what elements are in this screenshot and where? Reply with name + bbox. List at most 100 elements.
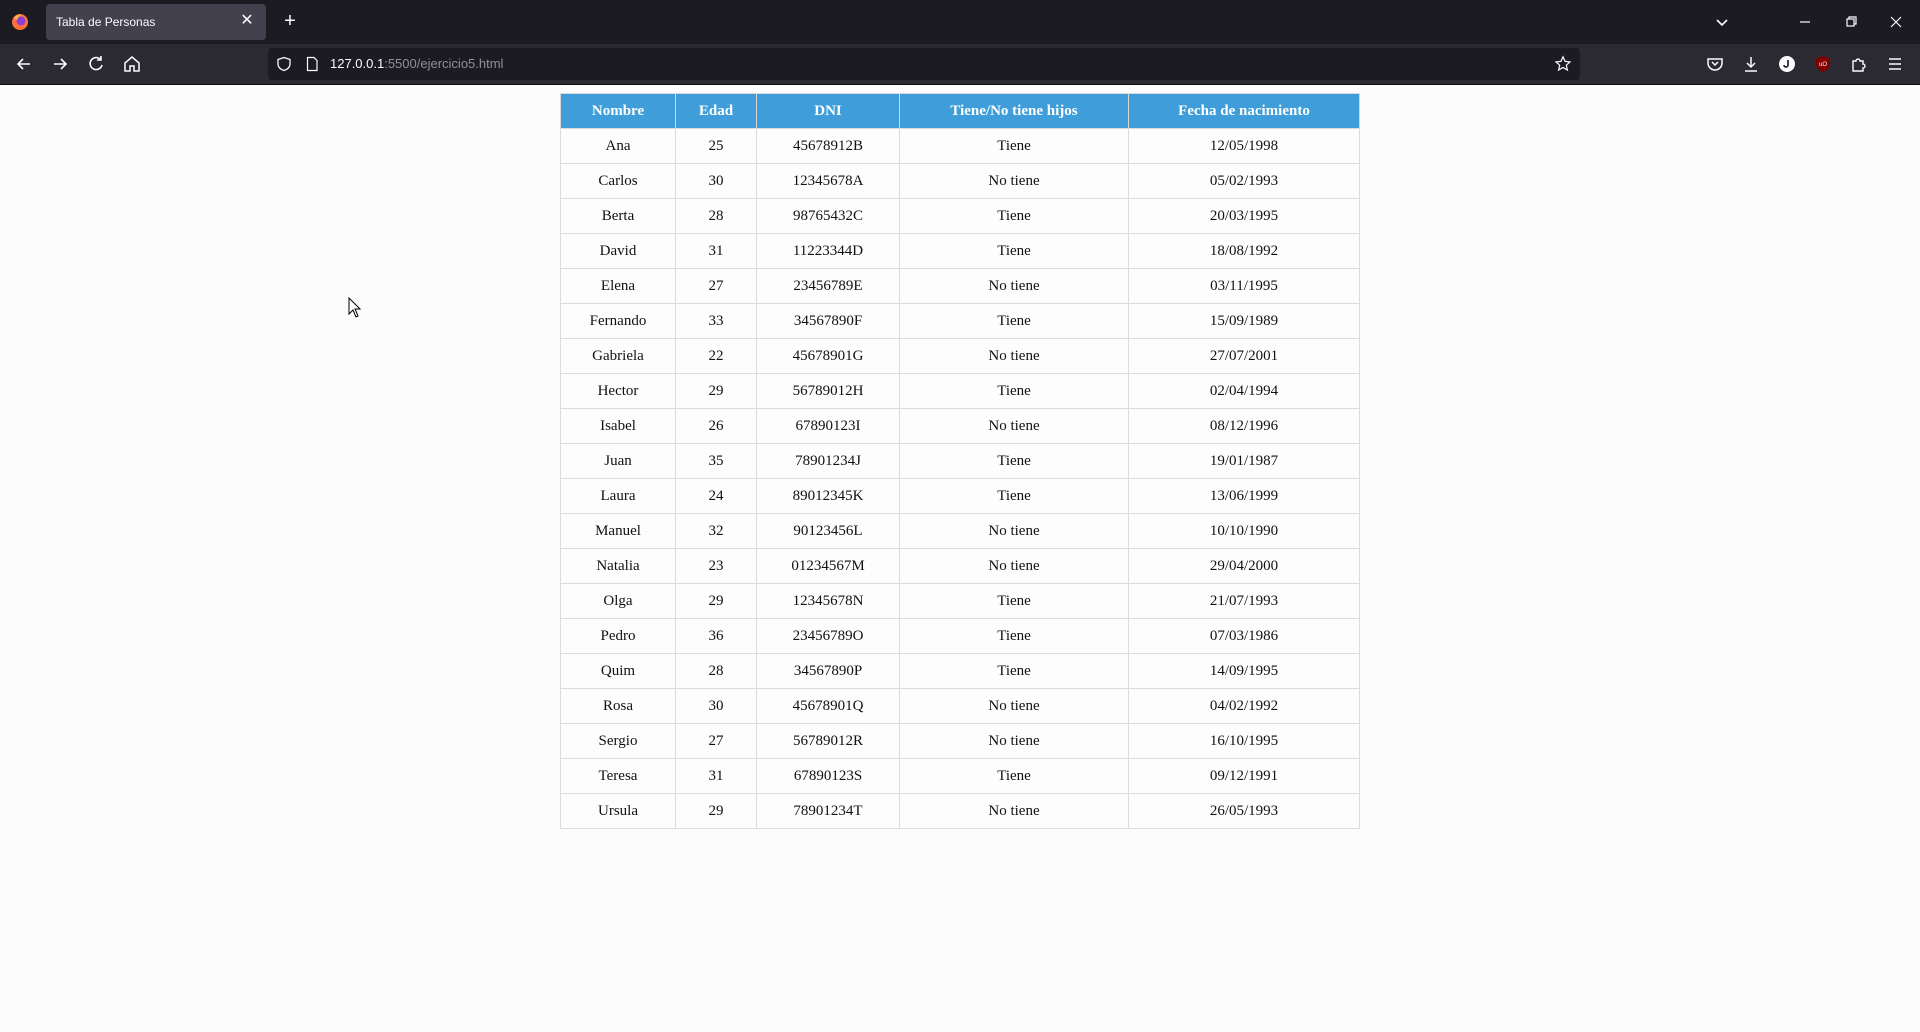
- cell-nombre: Elena: [560, 268, 676, 304]
- reload-icon[interactable]: [84, 52, 108, 76]
- cell-hijos: No tiene: [899, 793, 1129, 829]
- table-row: Berta 28 98765432C Tiene 20/03/1995: [560, 198, 1360, 234]
- cell-edad: 29: [675, 373, 757, 409]
- cell-edad: 31: [675, 758, 757, 794]
- svg-text:uO: uO: [1819, 62, 1827, 68]
- cell-nombre: Natalia: [560, 548, 676, 584]
- table-row: Teresa 31 67890123S Tiene 09/12/1991: [560, 758, 1360, 794]
- restore-icon[interactable]: [1839, 10, 1863, 34]
- cell-edad: 29: [675, 793, 757, 829]
- bookmark-star-icon[interactable]: [1554, 55, 1572, 73]
- pocket-icon[interactable]: [1703, 52, 1727, 76]
- cell-fecha: 03/11/1995: [1128, 268, 1360, 304]
- minimize-icon[interactable]: [1793, 10, 1817, 34]
- table-row: Carlos 30 12345678A No tiene 05/02/1993: [560, 163, 1360, 199]
- table-row: Pedro 36 23456789O Tiene 07/03/1986: [560, 618, 1360, 654]
- menu-icon[interactable]: [1883, 52, 1907, 76]
- url-text[interactable]: 127.0.0.1:5500/ejercicio5.html: [330, 56, 503, 71]
- table-row: Hector 29 56789012H Tiene 02/04/1994: [560, 373, 1360, 409]
- table-row: Laura 24 89012345K Tiene 13/06/1999: [560, 478, 1360, 514]
- cell-dni: 98765432C: [756, 198, 900, 234]
- chevron-down-icon[interactable]: [1710, 10, 1734, 34]
- forward-icon[interactable]: [48, 52, 72, 76]
- ublock-origin-icon[interactable]: uO: [1811, 52, 1835, 76]
- column-header-edad: Edad: [675, 93, 757, 129]
- cell-nombre: Hector: [560, 373, 676, 409]
- cell-nombre: Fernando: [560, 303, 676, 339]
- cell-fecha: 07/03/1986: [1128, 618, 1360, 654]
- table-row: Quim 28 34567890P Tiene 14/09/1995: [560, 653, 1360, 689]
- cell-fecha: 19/01/1987: [1128, 443, 1360, 479]
- column-header-fecha: Fecha de nacimiento: [1128, 93, 1360, 129]
- table-header-row: Nombre Edad DNI Tiene/No tiene hijos Fec…: [560, 93, 1360, 129]
- cell-hijos: No tiene: [899, 338, 1129, 374]
- account-icon[interactable]: [1775, 52, 1799, 76]
- cell-hijos: No tiene: [899, 688, 1129, 724]
- cell-hijos: Tiene: [899, 373, 1129, 409]
- cell-fecha: 09/12/1991: [1128, 758, 1360, 794]
- back-icon[interactable]: [12, 52, 36, 76]
- cell-fecha: 13/06/1999: [1128, 478, 1360, 514]
- url-path: :5500/ejercicio5.html: [384, 56, 504, 71]
- cell-dni: 78901234J: [756, 443, 900, 479]
- table-row: David 31 11223344D Tiene 18/08/1992: [560, 233, 1360, 269]
- cell-nombre: Ana: [560, 128, 676, 164]
- column-header-dni: DNI: [756, 93, 900, 129]
- cell-edad: 25: [675, 128, 757, 164]
- tab-close-icon[interactable]: ✕: [236, 10, 258, 32]
- cell-hijos: No tiene: [899, 723, 1129, 759]
- cell-dni: 67890123S: [756, 758, 900, 794]
- cell-nombre: Teresa: [560, 758, 676, 794]
- new-tab-icon[interactable]: +: [278, 10, 302, 34]
- cell-edad: 22: [675, 338, 757, 374]
- cell-dni: 67890123I: [756, 408, 900, 444]
- cell-dni: 90123456L: [756, 513, 900, 549]
- cell-fecha: 20/03/1995: [1128, 198, 1360, 234]
- cell-edad: 24: [675, 478, 757, 514]
- cell-dni: 45678912B: [756, 128, 900, 164]
- cell-fecha: 29/04/2000: [1128, 548, 1360, 584]
- cell-fecha: 08/12/1996: [1128, 408, 1360, 444]
- cell-fecha: 12/05/1998: [1128, 128, 1360, 164]
- page-content: Nombre Edad DNI Tiene/No tiene hijos Fec…: [0, 85, 1920, 1032]
- cell-hijos: Tiene: [899, 128, 1129, 164]
- close-window-icon[interactable]: [1884, 10, 1908, 34]
- cell-dni: 45678901Q: [756, 688, 900, 724]
- table-row: Sergio 27 56789012R No tiene 16/10/1995: [560, 723, 1360, 759]
- cell-fecha: 14/09/1995: [1128, 653, 1360, 689]
- cell-nombre: Ursula: [560, 793, 676, 829]
- cell-hijos: Tiene: [899, 443, 1129, 479]
- cell-dni: 01234567M: [756, 548, 900, 584]
- download-icon[interactable]: [1739, 52, 1763, 76]
- cell-edad: 28: [675, 653, 757, 689]
- cell-dni: 11223344D: [756, 233, 900, 269]
- tab-active[interactable]: Tabla de Personas ✕: [46, 4, 266, 40]
- cell-edad: 27: [675, 723, 757, 759]
- page-icon[interactable]: [304, 56, 320, 72]
- table-row: Gabriela 22 45678901G No tiene 27/07/2001: [560, 338, 1360, 374]
- extensions-icon[interactable]: [1847, 52, 1871, 76]
- cell-edad: 29: [675, 583, 757, 619]
- home-icon[interactable]: [120, 52, 144, 76]
- cell-hijos: Tiene: [899, 478, 1129, 514]
- column-header-hijos: Tiene/No tiene hijos: [899, 93, 1129, 129]
- cell-nombre: Juan: [560, 443, 676, 479]
- navigation-toolbar: 127.0.0.1:5500/ejercicio5.html uO: [0, 44, 1920, 85]
- cell-fecha: 16/10/1995: [1128, 723, 1360, 759]
- cell-hijos: Tiene: [899, 618, 1129, 654]
- table-row: Olga 29 12345678N Tiene 21/07/1993: [560, 583, 1360, 619]
- mouse-cursor-icon: [348, 297, 362, 318]
- shield-icon[interactable]: [276, 56, 292, 72]
- url-bar[interactable]: 127.0.0.1:5500/ejercicio5.html: [268, 48, 1580, 80]
- cell-fecha: 10/10/1990: [1128, 513, 1360, 549]
- cell-fecha: 15/09/1989: [1128, 303, 1360, 339]
- cell-hijos: Tiene: [899, 233, 1129, 269]
- cell-edad: 31: [675, 233, 757, 269]
- cell-dni: 89012345K: [756, 478, 900, 514]
- cell-nombre: David: [560, 233, 676, 269]
- table-row: Elena 27 23456789E No tiene 03/11/1995: [560, 268, 1360, 304]
- cell-hijos: No tiene: [899, 513, 1129, 549]
- firefox-icon[interactable]: [10, 12, 30, 32]
- cell-hijos: Tiene: [899, 653, 1129, 689]
- tab-strip: Tabla de Personas ✕ +: [0, 0, 1920, 44]
